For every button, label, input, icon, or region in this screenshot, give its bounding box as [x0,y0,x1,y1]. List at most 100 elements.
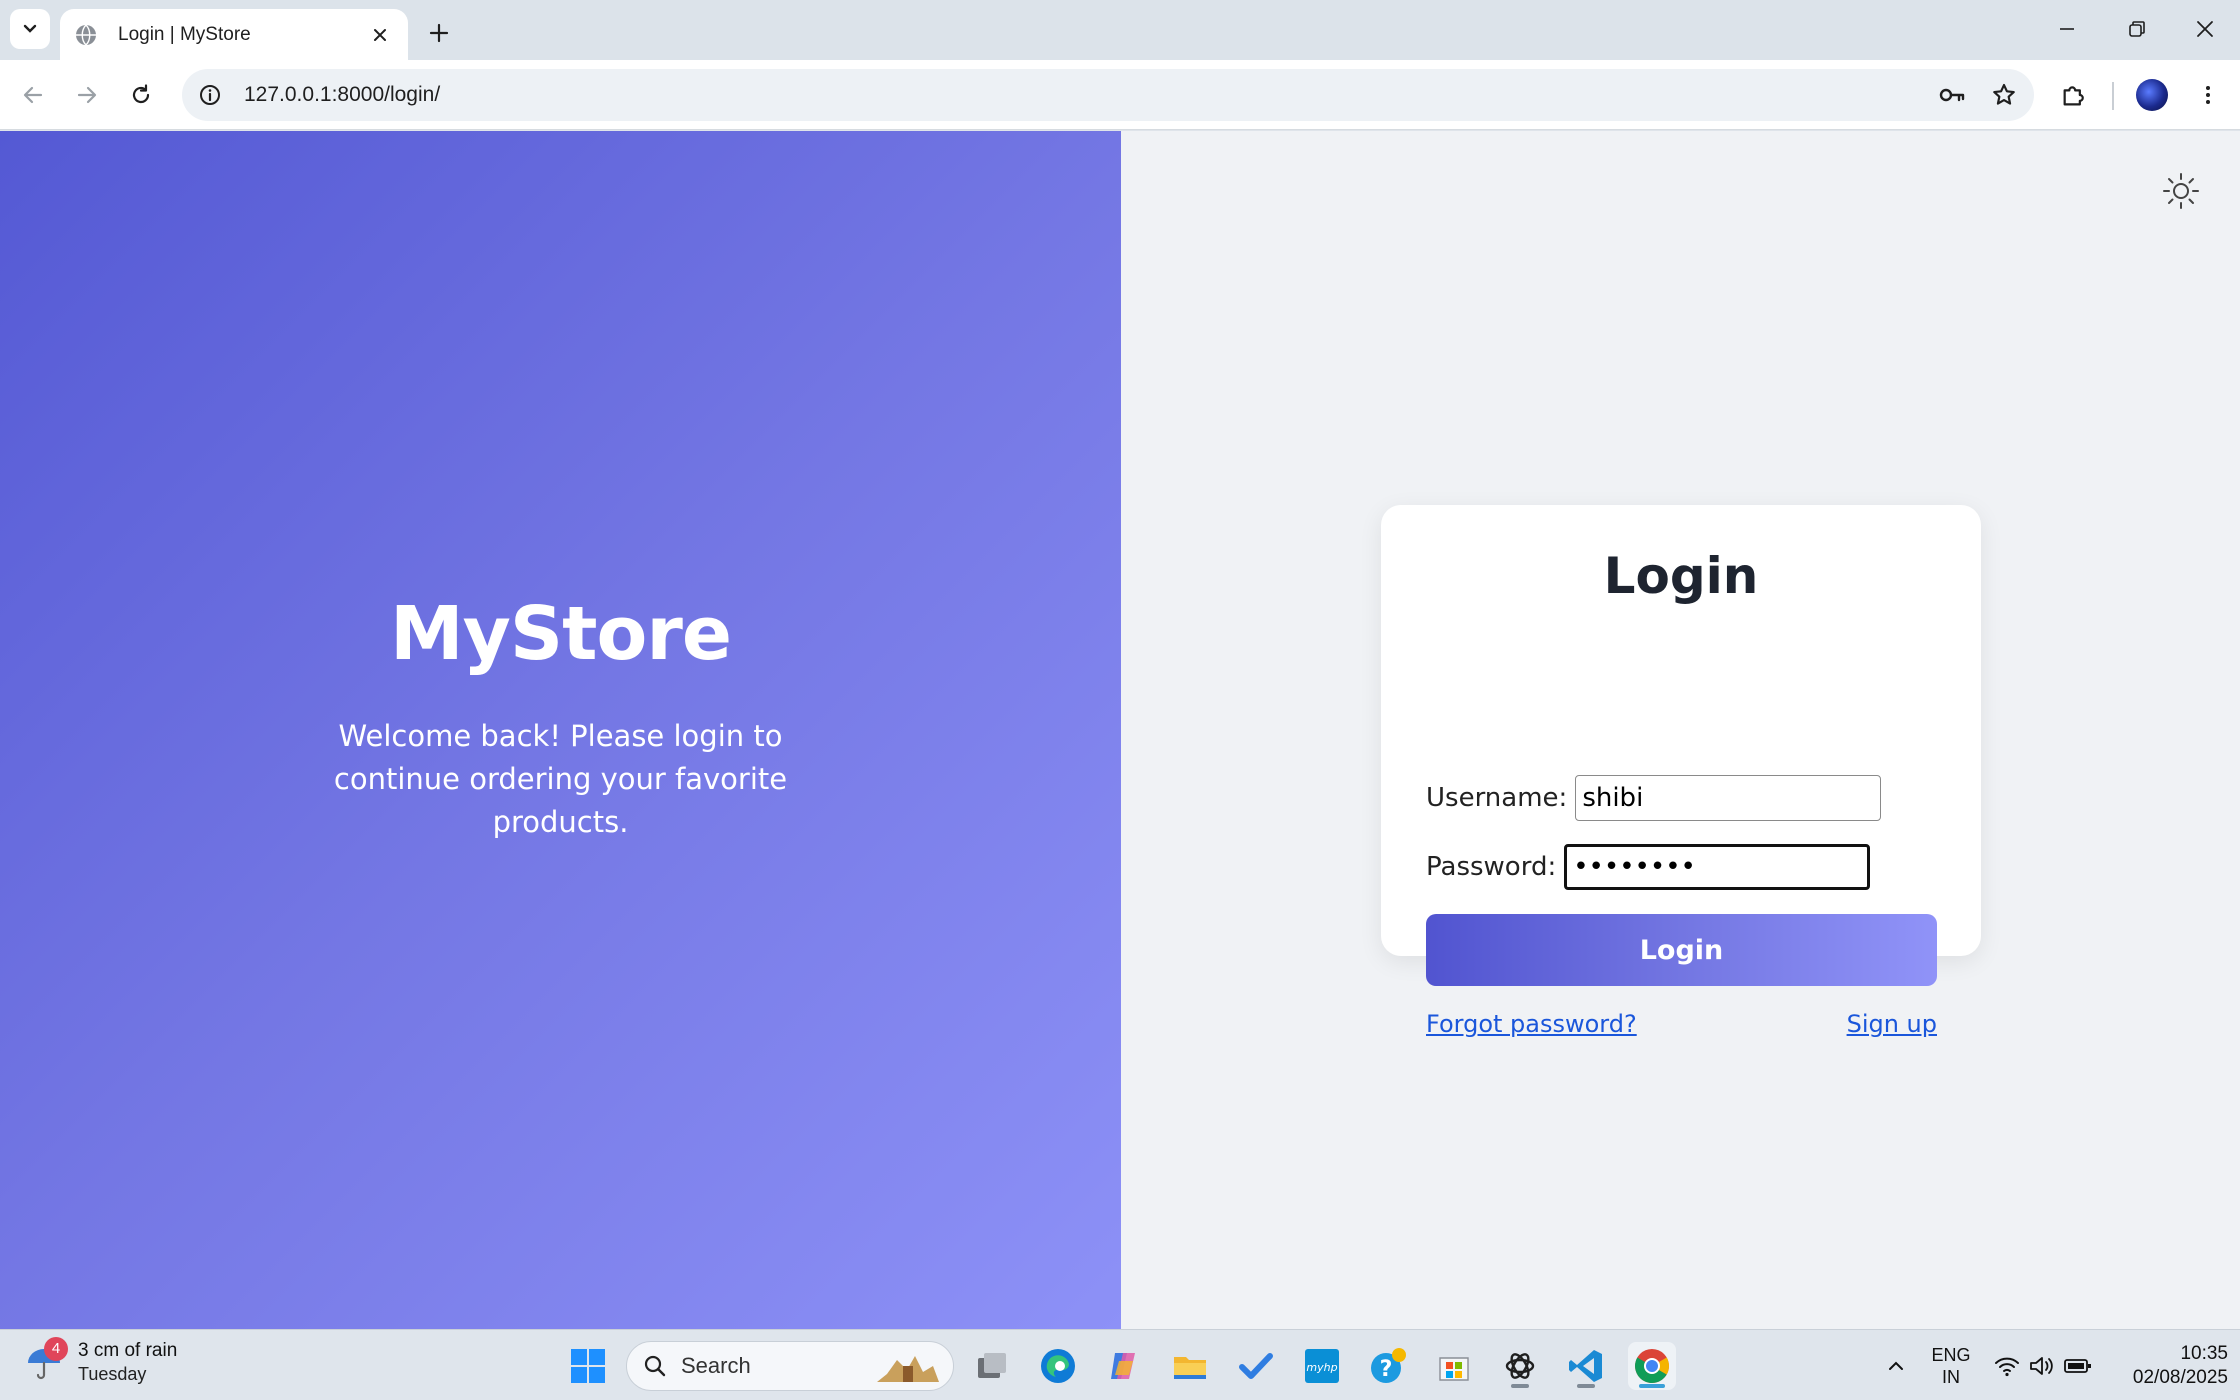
todo-icon [1239,1353,1273,1379]
weather-line1: 3 cm of rain [78,1340,178,1361]
taskbar-chrome[interactable] [1628,1342,1676,1390]
browser-menu-button[interactable] [2186,73,2230,117]
more-vertical-icon [2206,86,2210,104]
search-highlight-icon [877,1356,939,1382]
vscode-icon [1569,1350,1602,1382]
taskbar-vscode[interactable] [1562,1342,1610,1390]
minimize-icon [2060,28,2074,30]
tab-strip: Login | MyStore [0,0,2240,60]
os-taskbar: 4 3 cm of rain Tuesday Search myhp ? ENG… [0,1329,2240,1400]
close-tab-icon[interactable] [366,21,394,49]
taskbar-todo[interactable] [1232,1342,1280,1390]
puzzle-icon [2063,86,2084,106]
arrow-left-icon [23,86,43,104]
brand-panel: MyStore Welcome back! Please login to co… [0,131,1121,1329]
arrow-right-icon [77,86,97,104]
profile-button[interactable] [2130,73,2174,117]
web-page: MyStore Welcome back! Please login to co… [0,131,2240,1329]
chatgpt-icon [1505,1353,1535,1379]
minimize-button[interactable] [2038,8,2096,50]
copilot-icon [1111,1353,1135,1379]
taskbar-edge[interactable] [1034,1342,1082,1390]
url-text[interactable]: 127.0.0.1:8000/login/ [244,83,1930,107]
taskbar-help[interactable]: ? [1364,1342,1412,1390]
tab-title: Login | MyStore [118,23,251,45]
username-label: Username: [1426,783,1568,813]
language-code: ENG [1931,1344,1971,1365]
start-icon [571,1349,605,1383]
weather-text: 3 cm of rain Tuesday [78,1340,177,1385]
edge-icon [1041,1349,1075,1383]
taskbar-folder[interactable] [1166,1342,1214,1390]
brand-title: MyStore [389,591,732,677]
reload-icon [132,84,150,104]
svg-text:myhp: myhp [1306,1361,1337,1374]
taskbar-chatgpt[interactable] [1496,1342,1544,1390]
close-window-button[interactable] [2176,8,2234,50]
svg-text:?: ? [1380,1357,1393,1382]
battery-icon [2064,1358,2091,1373]
password-row: Password: [1426,844,1871,890]
address-bar[interactable]: 127.0.0.1:8000/login/ [182,69,2034,121]
extensions-button[interactable] [2052,73,2096,117]
browser-tab-active[interactable]: Login | MyStore [60,9,408,60]
plus-icon [429,23,449,43]
browser-toolbar: 127.0.0.1:8000/login/ [0,60,2240,130]
form-links: Forgot password? Sign up [1426,1010,1937,1038]
volume-icon [2030,1356,2053,1375]
reload-button[interactable] [120,74,162,116]
chevron-up-icon [1889,1361,1903,1370]
site-info-icon[interactable] [190,75,230,115]
language-indicator[interactable]: ENG IN [1924,1330,1978,1400]
brand-tagline: Welcome back! Please login to continue o… [333,719,788,839]
login-button[interactable]: Login [1426,914,1937,986]
new-tab-button[interactable] [420,14,458,52]
restore-button[interactable] [2108,8,2166,50]
clock[interactable]: 10:35 02/08/2025 [2110,1330,2228,1400]
weather-badge: 4 [44,1336,68,1361]
close-icon [2197,21,2213,37]
running-indicator [1639,1384,1665,1388]
avatar [2136,79,2168,111]
chevron-down-icon [23,24,37,33]
forward-button[interactable] [66,74,108,116]
forgot-password-link[interactable]: Forgot password? [1426,1010,1637,1038]
help-icon: ? [1371,1348,1406,1383]
taskbar-copilot[interactable] [1100,1342,1148,1390]
running-indicator [1511,1384,1529,1388]
bookmark-star-icon[interactable] [1982,73,2026,117]
taskbar-search[interactable]: Search [626,1341,954,1391]
clock-date: 02/08/2025 [2132,1366,2228,1388]
taskbar-file-explorer[interactable] [968,1342,1016,1390]
language-region: IN [1942,1366,1960,1387]
tab-search-button[interactable] [10,9,50,49]
system-tray-status[interactable] [1990,1330,2096,1400]
toolbar-separator [2112,82,2114,110]
password-key-icon[interactable] [1930,73,1974,117]
login-panel: Login Username: Password: Login Forgot p… [1121,131,2240,1329]
taskbar-store[interactable] [1430,1342,1478,1390]
store-icon [1439,1357,1469,1381]
weather-widget[interactable]: 4 3 cm of rain Tuesday [24,1336,177,1385]
chrome-icon [1635,1349,1669,1383]
sun-icon [2163,173,2199,209]
running-indicator [1577,1384,1595,1388]
theme-toggle-button[interactable] [2157,167,2205,215]
taskbar-search-label: Search [681,1353,751,1378]
password-input[interactable] [1564,844,1871,890]
sign-up-link[interactable]: Sign up [1847,1010,1937,1038]
login-card: Login Username: Password: Login Forgot p… [1381,505,1981,1038]
username-row: Username: [1426,775,1882,821]
weather-line2: Tuesday [78,1364,147,1384]
username-input[interactable] [1575,775,1882,821]
myhp-icon: myhp [1305,1349,1339,1383]
start-button[interactable] [564,1342,612,1390]
login-title: Login [1603,547,1759,605]
taskbar-myhp[interactable]: myhp [1298,1342,1346,1390]
folder-icon [1174,1357,1206,1379]
wifi-icon [1995,1357,2019,1376]
restore-icon [2129,21,2145,37]
show-hidden-icons-button[interactable] [1878,1330,1914,1400]
back-button[interactable] [12,74,54,116]
umbrella-icon: 4 [24,1336,68,1383]
